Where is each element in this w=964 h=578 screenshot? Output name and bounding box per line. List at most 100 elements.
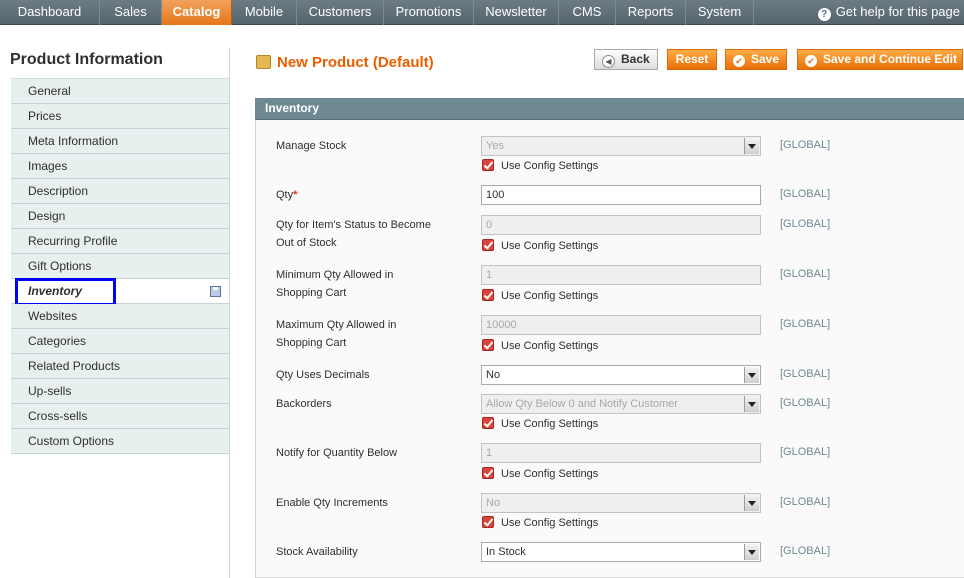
chevron-down-icon (744, 367, 759, 383)
section-header: Inventory (255, 98, 964, 120)
tab-websites[interactable]: Websites (11, 304, 230, 329)
checkbox-label: Use Config Settings (501, 290, 599, 302)
tab-recurring-profile[interactable]: Recurring Profile (11, 229, 230, 254)
checkbox-checked-icon[interactable] (482, 516, 494, 528)
checkbox-checked-icon[interactable] (482, 467, 494, 479)
input-value: 100 (486, 189, 505, 201)
tab-inventory[interactable]: Inventory (11, 278, 230, 306)
tab-label: Custom Options (28, 434, 115, 448)
label-line: Qty for Item's Status to Become (276, 219, 431, 231)
min-sale-qty-use-config[interactable]: Use Config Settings (482, 289, 598, 303)
save-continue-label: Save and Continue Edit (823, 52, 958, 66)
checkbox-label: Use Config Settings (501, 160, 599, 172)
label-line: Maximum Qty Allowed in (276, 319, 397, 331)
tab-prices[interactable]: Prices (11, 104, 230, 129)
tab-custom-options[interactable]: Custom Options (11, 429, 230, 454)
nav-customers[interactable]: Customers (297, 0, 384, 25)
help-link[interactable]: ? Get help for this page (817, 0, 960, 25)
input-value: 0 (486, 219, 493, 231)
notify-qty-input[interactable]: 1 (481, 443, 761, 463)
back-label: Back (621, 52, 650, 66)
notify-qty-label: Notify for Quantity Below (276, 447, 398, 459)
backorders-select[interactable]: Allow Qty Below 0 and Notify Customer (481, 394, 761, 414)
scope-label: [GLOBAL] (780, 446, 831, 458)
select-value: No (486, 369, 501, 381)
notify-qty-use-config[interactable]: Use Config Settings (482, 467, 598, 481)
back-arrow-icon: ◀ (602, 55, 615, 68)
tab-images[interactable]: Images (11, 154, 230, 179)
stock-availability-select[interactable]: In Stock (481, 542, 761, 562)
reset-button[interactable]: Reset (667, 49, 717, 70)
qty-increments-label: Enable Qty Increments (276, 497, 388, 509)
tab-general[interactable]: General (11, 79, 230, 104)
tab-label: Meta Information (28, 134, 119, 148)
qty-label-text: Qty (276, 189, 294, 201)
tab-up-sells[interactable]: Up-sells (11, 379, 230, 404)
qty-increments-select[interactable]: No (481, 493, 761, 513)
tab-description[interactable]: Description (11, 179, 230, 204)
min-qty-use-config[interactable]: Use Config Settings (482, 239, 598, 253)
qty-decimals-label: Qty Uses Decimals (276, 369, 370, 381)
nav-system[interactable]: System (686, 0, 754, 25)
qty-input[interactable]: 100 (481, 185, 761, 205)
backorders-use-config[interactable]: Use Config Settings (482, 417, 598, 431)
nav-cms[interactable]: CMS (559, 0, 616, 25)
scope-label: [GLOBAL] (780, 139, 831, 151)
select-value: No (486, 497, 501, 509)
changed-icon (210, 286, 221, 297)
page-title: New Product (Default) (277, 54, 434, 71)
nav-newsletter[interactable]: Newsletter (474, 0, 559, 25)
tab-design[interactable]: Design (11, 204, 230, 229)
chevron-down-icon (744, 396, 759, 412)
nav-reports[interactable]: Reports (616, 0, 686, 25)
manage-stock-use-config[interactable]: Use Config Settings (482, 159, 598, 173)
max-sale-qty-use-config[interactable]: Use Config Settings (482, 339, 598, 353)
input-value: 1 (486, 447, 493, 459)
tab-label: Related Products (28, 359, 121, 373)
manage-stock-label: Manage Stock (276, 140, 347, 152)
min-qty-label: Qty for Item's Status to Become Out of St… (276, 216, 431, 252)
min-qty-input[interactable]: 0 (481, 215, 761, 235)
tab-gift-options[interactable]: Gift Options (11, 254, 230, 279)
input-value: 1 (486, 269, 493, 281)
checkbox-checked-icon[interactable] (482, 417, 494, 429)
save-button[interactable]: ✔ Save (725, 49, 788, 70)
checkbox-checked-icon[interactable] (482, 159, 494, 171)
tab-cross-sells[interactable]: Cross-sells (11, 404, 230, 429)
max-sale-qty-input[interactable]: 10000 (481, 315, 761, 335)
scope-label: [GLOBAL] (780, 397, 831, 409)
tab-label: Description (28, 184, 89, 198)
save-label: Save (751, 52, 780, 66)
nav-mobile[interactable]: Mobile (232, 0, 297, 25)
tab-label: Websites (28, 309, 78, 323)
tab-meta-information[interactable]: Meta Information (11, 129, 230, 154)
nav-sales[interactable]: Sales (100, 0, 162, 25)
checkbox-label: Use Config Settings (501, 418, 599, 430)
chevron-down-icon (744, 544, 759, 560)
manage-stock-select[interactable]: Yes (481, 136, 761, 156)
qty-increments-use-config[interactable]: Use Config Settings (482, 516, 598, 530)
qty-decimals-select[interactable]: No (481, 365, 761, 385)
save-continue-button[interactable]: ✔ Save and Continue Edit (797, 49, 963, 70)
tab-categories[interactable]: Categories (11, 329, 230, 354)
tab-label: Design (28, 209, 66, 223)
scope-label: [GLOBAL] (780, 318, 831, 330)
check-icon: ✔ (733, 55, 745, 67)
tab-related-products[interactable]: Related Products (11, 354, 230, 379)
product-box-icon (256, 55, 271, 69)
sidebar-divider (229, 48, 230, 578)
nav-catalog[interactable]: Catalog (162, 0, 232, 25)
tab-label: Recurring Profile (28, 234, 118, 248)
nav-promotions[interactable]: Promotions (384, 0, 474, 25)
checkbox-checked-icon[interactable] (482, 239, 494, 251)
help-label: Get help for this page (835, 4, 960, 19)
nav-dashboard[interactable]: Dashboard (0, 0, 100, 25)
tab-label: Categories (28, 334, 87, 348)
max-sale-qty-label: Maximum Qty Allowed in Shopping Cart (276, 316, 396, 352)
back-button[interactable]: ◀ Back (594, 49, 658, 70)
sidebar-title: Product Information (10, 51, 163, 68)
checkbox-checked-icon[interactable] (482, 289, 494, 301)
min-sale-qty-input[interactable]: 1 (481, 265, 761, 285)
checkbox-checked-icon[interactable] (482, 339, 494, 351)
top-navigation: Dashboard Sales Catalog Mobile Customers… (0, 0, 964, 25)
